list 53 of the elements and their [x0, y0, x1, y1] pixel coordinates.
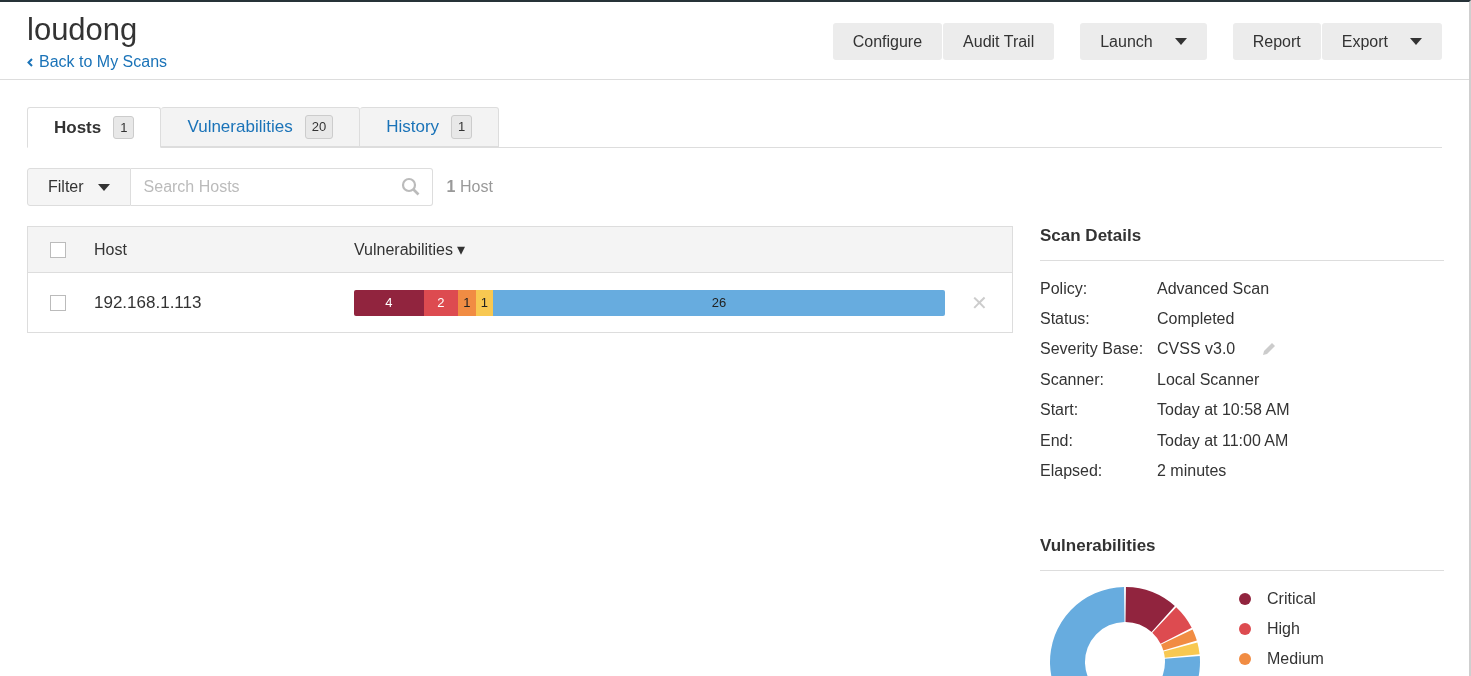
detail-value: Advanced Scan — [1157, 278, 1270, 299]
search-icon — [400, 177, 420, 196]
chevron-left-icon — [27, 57, 33, 67]
tab[interactable]: History 1 — [360, 107, 500, 147]
detail-value: Today at 11:00 AM — [1157, 430, 1289, 451]
select-all-checkbox[interactable] — [50, 241, 66, 258]
tab[interactable]: Vulnerabilities 20 — [161, 107, 361, 147]
result-count: 1 Host — [446, 177, 493, 197]
tab-label: Hosts — [54, 116, 102, 139]
detail-label: Elapsed: — [1040, 461, 1104, 482]
section-title: Scan Details — [1040, 223, 1444, 261]
caret-icon — [97, 183, 110, 191]
toolbar-button[interactable]: Report — [1232, 23, 1321, 60]
dropdown-button[interactable]: Launch — [1080, 23, 1207, 60]
row-checkbox[interactable] — [50, 294, 66, 311]
detail-value: Today at 10:58 AM — [1157, 400, 1290, 421]
legend-label: Medium — [1267, 648, 1324, 669]
count-badge: 20 — [304, 115, 334, 139]
severity-segment[interactable]: 26 — [493, 289, 945, 316]
count-badge: 1 — [451, 115, 473, 139]
page-title: loudong — [27, 12, 139, 48]
host-address[interactable]: 192.168.1.113 — [94, 289, 354, 316]
detail-label: Severity Base: — [1040, 339, 1145, 360]
section-title: Vulnerabilities — [1040, 533, 1444, 571]
count-badge: 1 — [113, 115, 135, 140]
detail-value: CVSS v3.0 — [1157, 339, 1236, 360]
filter-dropdown[interactable]: Filter — [27, 168, 131, 206]
detail-label: Start: — [1040, 400, 1080, 421]
toolbar-button[interactable]: Audit Trail — [943, 23, 1055, 60]
tab[interactable]: Hosts 1 — [27, 107, 162, 148]
legend-label: Critical — [1267, 588, 1316, 609]
severity-segment[interactable]: 2 — [423, 289, 459, 316]
back-link[interactable]: Back to My Scans — [27, 50, 168, 74]
toolbar-button[interactable]: Configure — [832, 23, 943, 60]
column-header[interactable]: Host — [94, 237, 354, 262]
detail-label: Policy: — [1040, 278, 1089, 299]
legend-label: High — [1267, 618, 1300, 639]
dropdown-button[interactable]: Export — [1321, 23, 1442, 60]
severity-segment[interactable]: 1 — [458, 289, 476, 316]
caret-icon — [1410, 38, 1422, 45]
search-field[interactable]: Search Hosts — [130, 168, 433, 206]
tab-label: Vulnerabilities — [187, 116, 293, 139]
column-header[interactable]: Vulnerabilities ▾ — [354, 237, 466, 262]
severity-segment[interactable]: 4 — [354, 289, 424, 316]
detail-label: End: — [1040, 430, 1074, 451]
tab-label: History — [386, 116, 440, 139]
detail-label: Status: — [1040, 309, 1091, 330]
detail-value: Local Scanner — [1157, 369, 1260, 390]
detail-label: Scanner: — [1040, 369, 1106, 390]
detail-value: 2 minutes — [1157, 461, 1227, 482]
pencil-icon[interactable] — [1261, 341, 1278, 358]
detail-value: Completed — [1157, 309, 1235, 330]
caret-icon — [1174, 38, 1187, 45]
